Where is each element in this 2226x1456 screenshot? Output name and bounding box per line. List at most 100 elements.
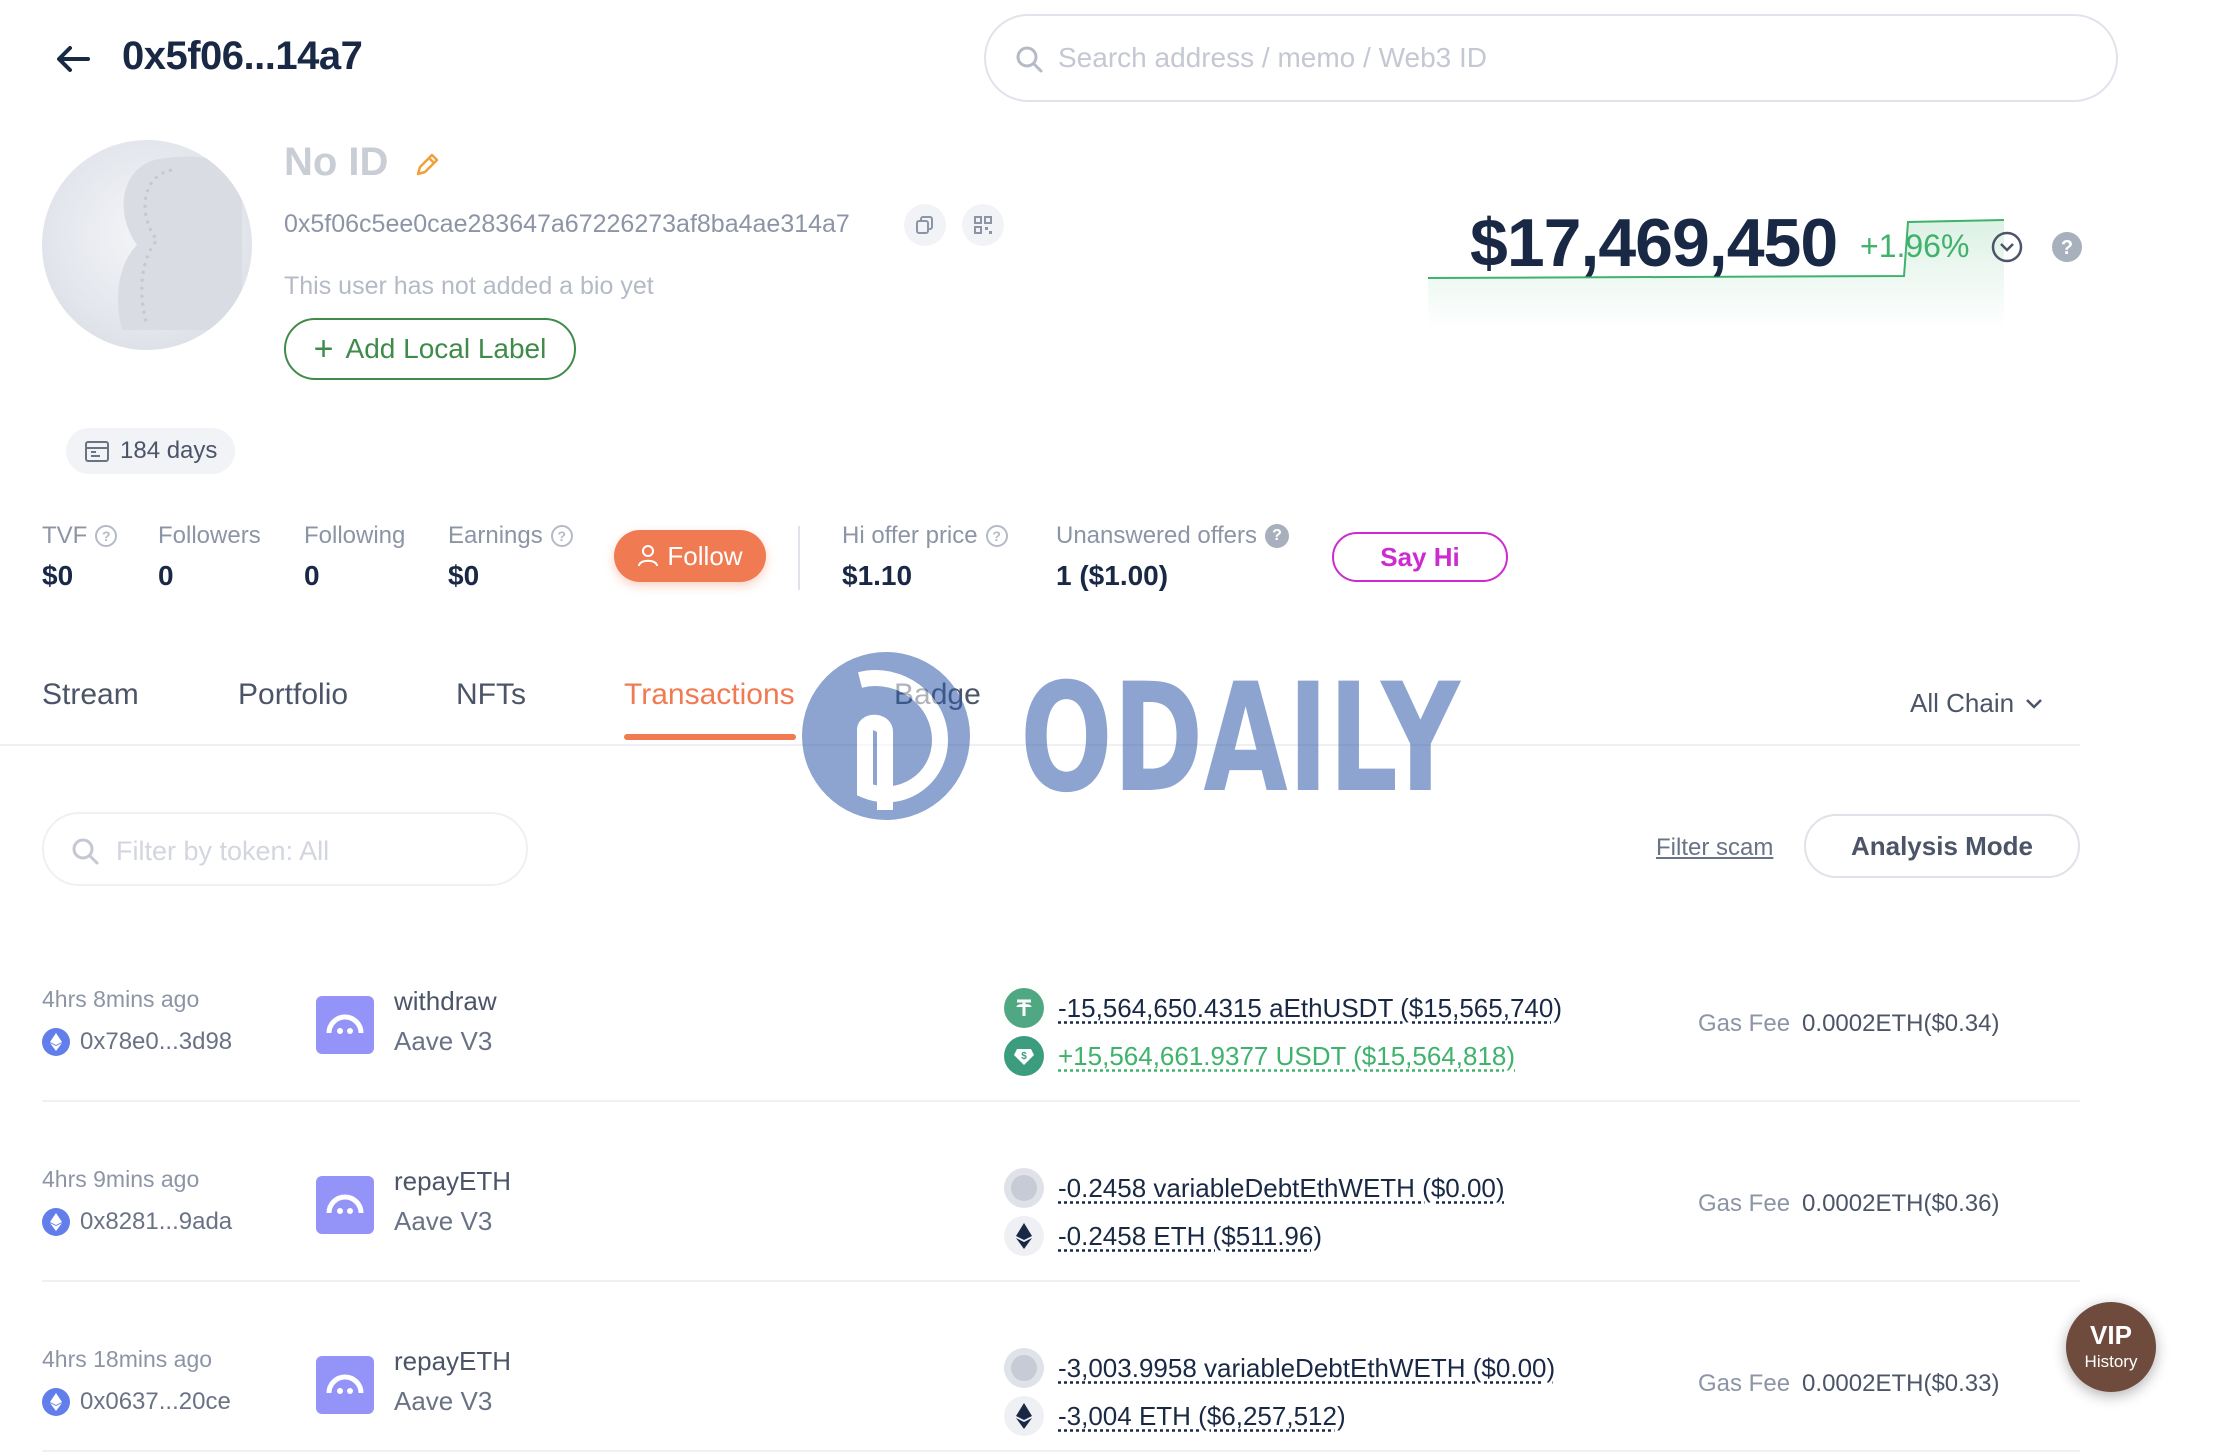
token-filter-input[interactable] [116,832,506,870]
search-input[interactable] [1058,38,2058,78]
row-divider [42,1100,2080,1102]
eth-icon [1004,1216,1044,1256]
tx-protocol: Aave V3 [394,1206,493,1236]
tx-method: repayETH [394,1166,512,1196]
chevron-down-circle-icon[interactable] [1990,230,2024,264]
page-title: 0x5f06...14a7 [122,34,363,78]
bio-text: This user has not added a bio yet [284,272,654,300]
token-transfer[interactable]: -3,004 ETH ($6,257,512) [1004,1396,1346,1436]
aave-protocol-icon[interactable] [316,1176,374,1234]
stat-followers-value: 0 [158,560,174,591]
calendar-icon [85,441,109,462]
eth-icon [1004,1396,1044,1436]
search-icon [1016,46,1043,73]
ethereum-chain-icon [42,1388,70,1416]
edit-pencil-icon[interactable] [412,150,442,180]
profile-name: No ID [284,140,389,184]
tx-hash-link[interactable]: 0x8281...9ada [42,1208,232,1236]
vip-title: VIP [2090,1320,2132,1350]
row-divider [42,1280,2080,1282]
token-transfer[interactable]: -0.2458 ETH ($511.96) [1004,1216,1322,1256]
aave-protocol-icon[interactable] [316,996,374,1054]
gas-fee: Gas Fee 0.0002ETH($0.36) [1698,1190,2000,1218]
gas-fee-label: Gas Fee [1698,1370,1791,1397]
back-arrow-icon[interactable] [50,36,96,82]
stat-unanswered-value: 1 ($1.00) [1056,560,1169,591]
token-amount: -15,564,650.4315 aEthUSDT ($15,565,740) [1058,992,1562,1023]
transaction-row: 4hrs 18mins ago 0x0637...20ce repayETH A… [42,1346,2080,1456]
svg-text:$: $ [1021,1051,1027,1062]
debt-token-icon [1004,1168,1044,1208]
gas-fee-value: 0.0002ETH($0.34) [1802,1010,2000,1037]
chain-select[interactable]: All Chain [1910,688,2044,719]
token-transfer[interactable]: -3,003.9958 variableDebtEthWETH ($0.00) [1004,1348,1555,1388]
gas-fee: Gas Fee 0.0002ETH($0.33) [1698,1370,2000,1398]
stat-hi-offer-value: $1.10 [842,560,913,591]
analysis-mode-button[interactable]: Analysis Mode [1804,814,2080,878]
help-icon[interactable]: ? [550,525,573,547]
avatar [42,140,252,350]
tab-transactions[interactable]: Transactions [624,678,795,712]
stat-hi-offer-label: Hi offer price [842,522,978,549]
follow-button-label: Follow [667,540,743,571]
svg-text:?: ? [2061,237,2073,259]
aethusdt-icon [1004,988,1044,1028]
stat-followers[interactable]: Followers 0 [158,522,261,592]
tx-hash-link[interactable]: 0x78e0...3d98 [42,1028,232,1056]
tx-hash-text: 0x0637...20ce [80,1388,231,1415]
tx-hash-text: 0x8281...9ada [80,1208,233,1235]
wallet-address: 0x5f06c5ee0cae283647a67226273af8ba4ae314… [284,210,850,238]
stat-following[interactable]: Following 0 [304,522,405,592]
account-age-text: 184 days [120,437,218,464]
stats-divider [798,526,800,590]
aave-protocol-icon[interactable] [316,1356,374,1414]
stat-tvf: TVF? $0 [42,522,118,592]
add-local-label-button[interactable]: + Add Local Label [284,318,576,380]
debt-token-icon [1004,1348,1044,1388]
stat-tvf-label: TVF [42,522,88,549]
balance-change: +1.96% [1860,228,1970,264]
token-transfer[interactable]: -0.2458 variableDebtEthWETH ($0.00) [1004,1168,1505,1208]
say-hi-button[interactable]: Say Hi [1332,532,1508,582]
token-transfer[interactable]: -15,564,650.4315 aEthUSDT ($15,565,740) [1004,988,1562,1028]
gas-fee-label: Gas Fee [1698,1190,1791,1217]
search-box[interactable] [984,14,2118,102]
vip-history-button[interactable]: VIP History [2066,1302,2156,1392]
gas-fee-value: 0.0002ETH($0.36) [1802,1190,2000,1217]
tx-protocol: Aave V3 [394,1026,493,1056]
total-balance: $17,469,450 [1470,205,1838,281]
filter-scam-link[interactable]: Filter scam [1656,834,1773,862]
ethereum-chain-icon [42,1028,70,1056]
stat-earnings-label: Earnings [448,522,543,549]
help-icon[interactable]: ? [95,525,118,547]
transaction-row: 4hrs 9mins ago 0x8281...9ada repayETH Aa… [42,1166,2080,1346]
help-icon[interactable]: ? [985,525,1008,547]
token-filter-box[interactable] [42,812,528,886]
tabs-divider [0,744,2080,746]
help-icon[interactable]: ? [2050,230,2084,264]
tx-hash-link[interactable]: 0x0637...20ce [42,1388,231,1416]
account-age-badge: 184 days [66,428,236,474]
help-icon[interactable]: ? [1265,524,1289,548]
token-amount: -3,003.9958 variableDebtEthWETH ($0.00) [1058,1352,1556,1383]
chevron-down-icon [2026,698,2042,709]
tab-nfts[interactable]: NFTs [456,678,526,712]
stat-following-label: Following [304,522,406,549]
row-divider [42,1450,2080,1452]
tab-stream[interactable]: Stream [42,678,139,712]
add-label-text: Add Local Label [345,333,547,364]
gas-fee-label: Gas Fee [1698,1010,1791,1037]
copy-icon[interactable] [904,204,946,246]
search-icon [72,838,99,865]
tx-method: repayETH [394,1346,512,1376]
tx-method: withdraw [394,986,497,1016]
stat-earnings-value: $0 [448,560,480,591]
tab-portfolio[interactable]: Portfolio [238,678,348,712]
qr-code-icon[interactable] [962,204,1004,246]
follow-button[interactable]: Follow [614,530,766,582]
token-transfer[interactable]: $ +15,564,661.9377 USDT ($15,564,818) [1004,1036,1515,1076]
plus-icon: + [313,330,334,368]
tab-badge[interactable]: Badge [894,678,981,712]
watermark-text: ODAILY [1020,652,1462,826]
active-tab-indicator [624,734,796,740]
